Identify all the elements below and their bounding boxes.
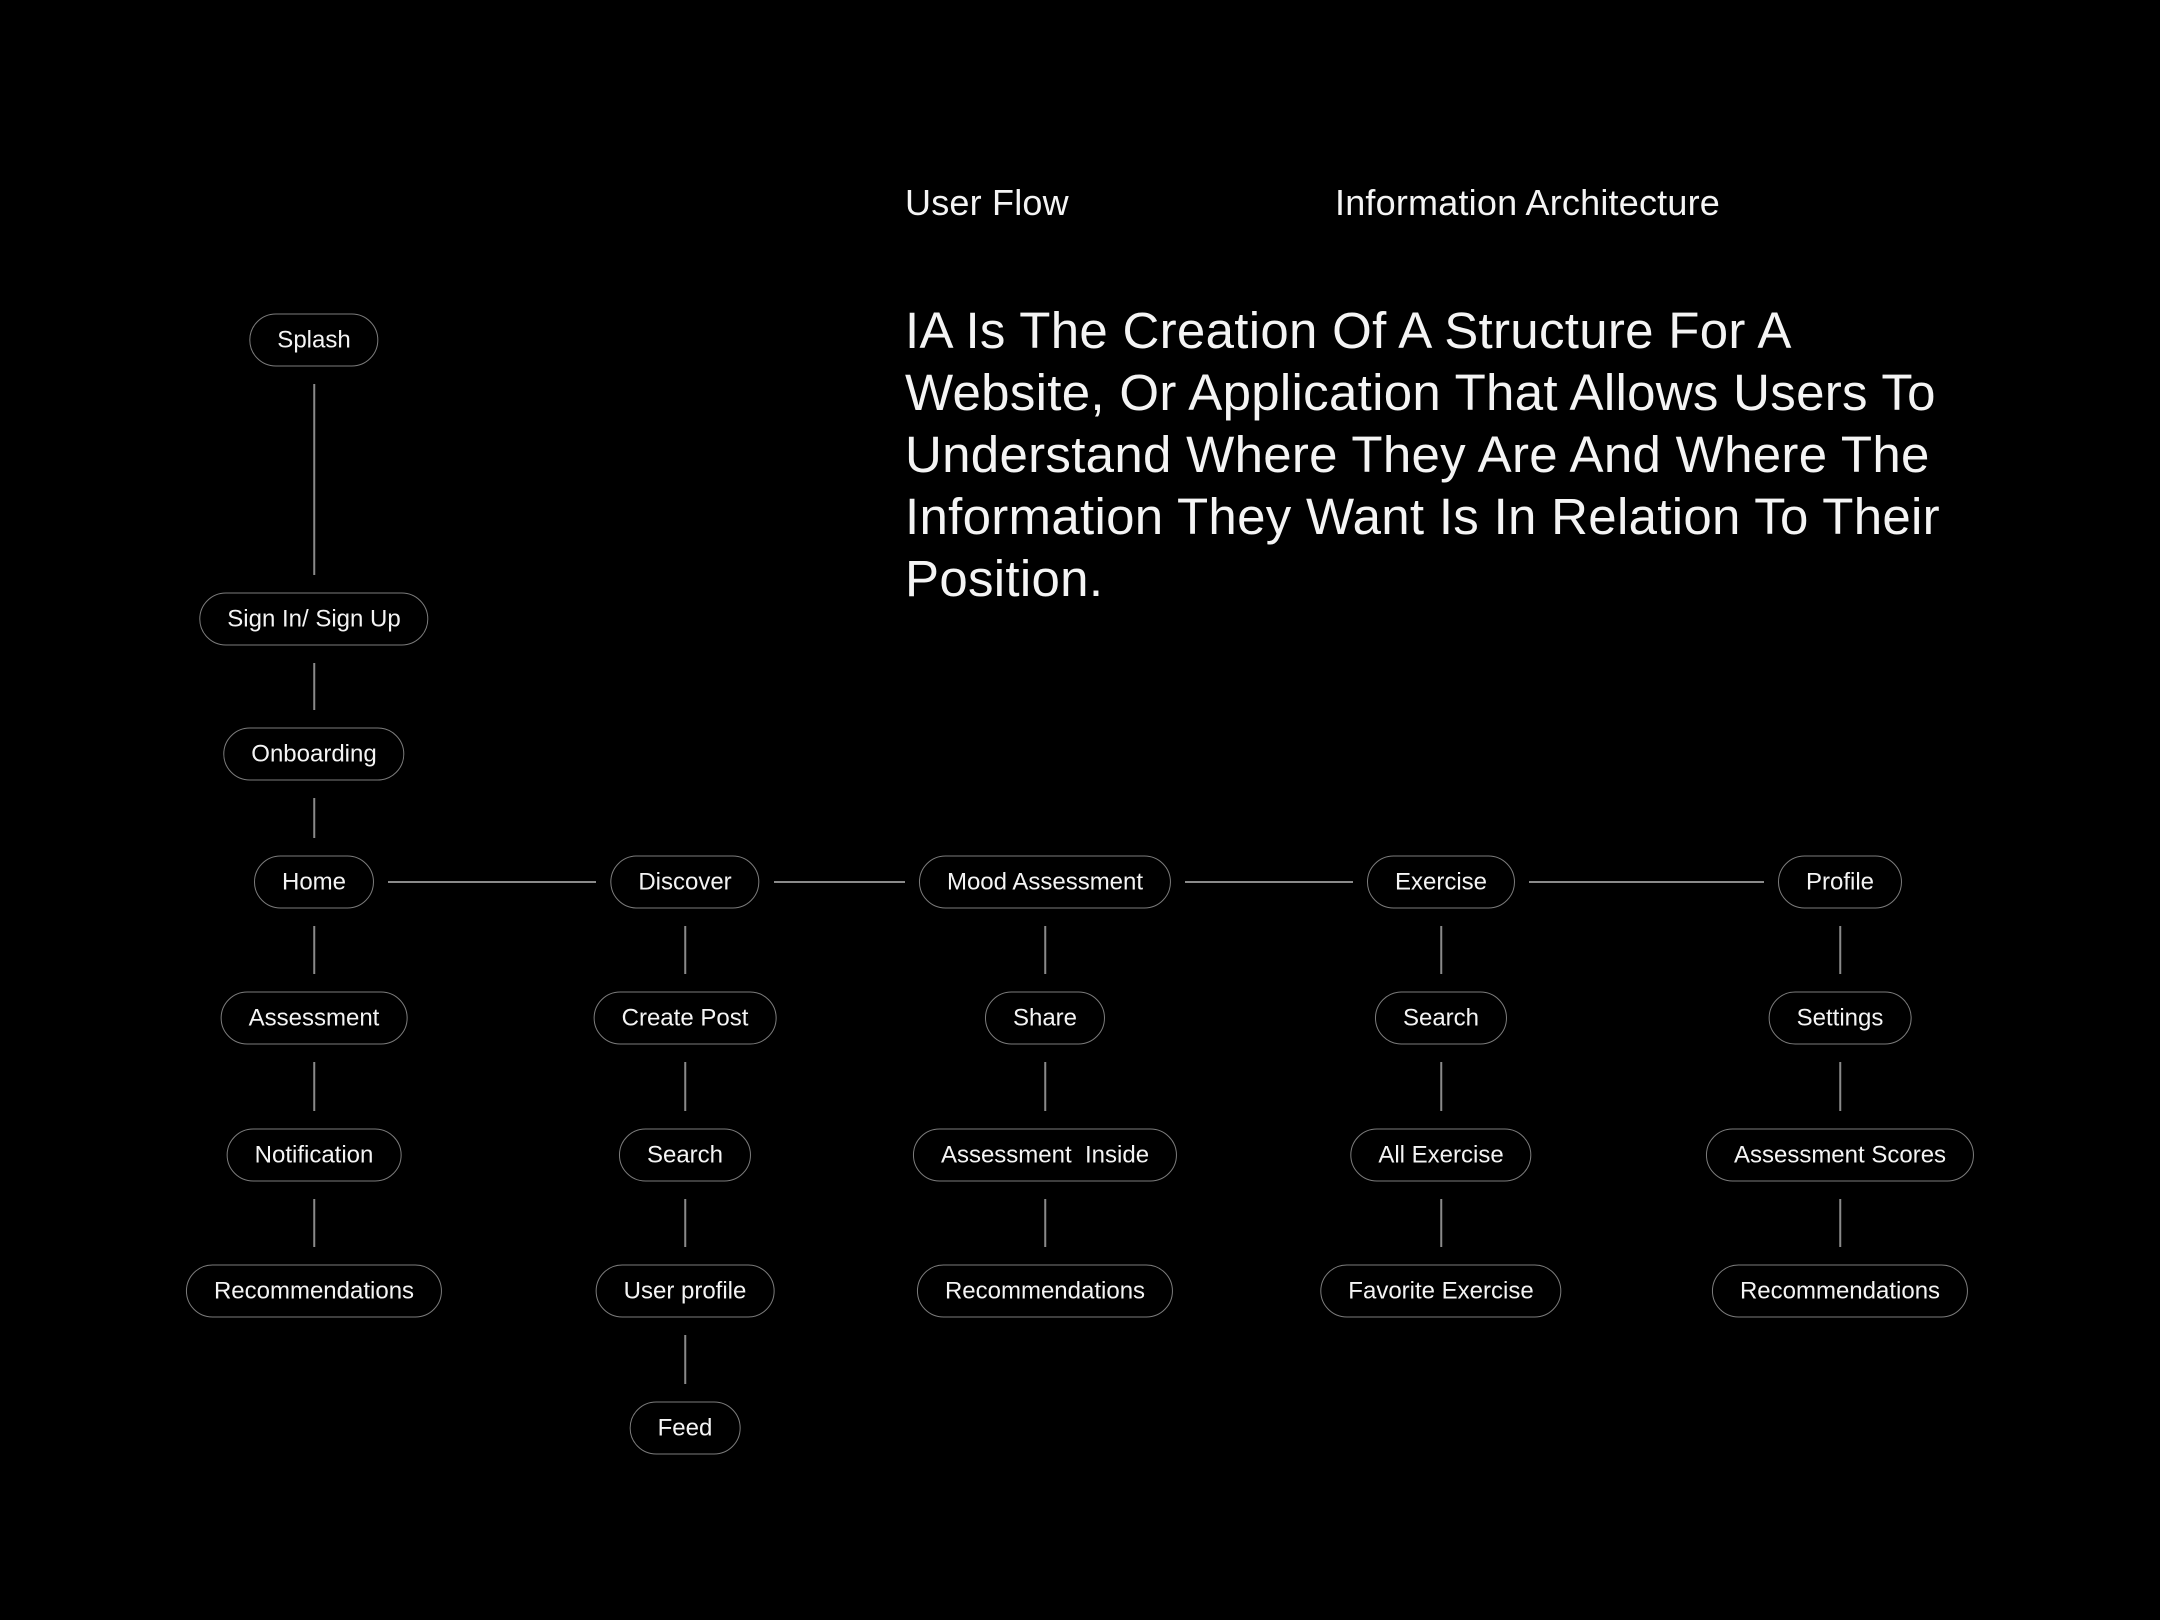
node-mood-assessment-share[interactable]: Share: [984, 991, 1106, 1045]
connector-line: [313, 1062, 315, 1111]
node-mood-assessment-assessment-inside[interactable]: Assessment Inside: [912, 1128, 1178, 1182]
node-profile[interactable]: Profile: [1777, 855, 1903, 909]
description-line: IA Is The Creation Of A Structure For A: [905, 302, 1792, 359]
description-line: Position.: [905, 550, 1104, 607]
node-mood-assessment-recommendations[interactable]: Recommendations: [916, 1264, 1174, 1318]
node-home-recommendations[interactable]: Recommendations: [185, 1264, 443, 1318]
connector-line: [1839, 1199, 1841, 1247]
node-home-notification[interactable]: Notification: [226, 1128, 402, 1182]
connector-line: [1044, 926, 1046, 974]
information-architecture-heading: Information Architecture: [1335, 182, 1720, 223]
description-line: Website, Or Application That Allows User…: [905, 364, 1936, 421]
node-exercise-favorite-exercise[interactable]: Favorite Exercise: [1320, 1264, 1562, 1318]
ia-description: IA Is The Creation Of A Structure For A …: [905, 300, 2045, 610]
connector-line: [1044, 1199, 1046, 1247]
node-discover-user-profile[interactable]: User profile: [595, 1264, 775, 1318]
node-home-assessment[interactable]: Assessment: [220, 991, 408, 1045]
connector-line: [1044, 1062, 1046, 1111]
connector-line: [1440, 1062, 1442, 1111]
user-flow-heading: User Flow: [905, 182, 1069, 223]
connector-line: [1529, 881, 1764, 883]
node-discover-create-post[interactable]: Create Post: [593, 991, 777, 1045]
connector-line: [313, 384, 315, 575]
connector-line: [313, 798, 315, 838]
connector-line: [1839, 1062, 1841, 1111]
connector-line: [1440, 926, 1442, 974]
connector-line: [684, 926, 686, 974]
node-profile-settings[interactable]: Settings: [1768, 991, 1912, 1045]
node-profile-assessment-scores[interactable]: Assessment Scores: [1705, 1128, 1975, 1182]
connector-line: [1440, 1199, 1442, 1247]
connector-line: [684, 1335, 686, 1384]
connector-line: [313, 926, 315, 974]
node-profile-recommendations[interactable]: Recommendations: [1711, 1264, 1969, 1318]
node-discover[interactable]: Discover: [610, 855, 760, 909]
node-exercise-all-exercise[interactable]: All Exercise: [1350, 1128, 1532, 1182]
node-discover-search[interactable]: Search: [618, 1128, 752, 1182]
connector-line: [313, 1199, 315, 1247]
connector-line: [1839, 926, 1841, 974]
description-line: Understand Where They Are And Where The: [905, 426, 1930, 483]
connector-line: [388, 881, 597, 883]
node-sign-in-sign-up[interactable]: Sign In/ Sign Up: [199, 592, 429, 646]
node-home[interactable]: Home: [253, 855, 375, 909]
connector-line: [773, 881, 905, 883]
description-line: Information They Want Is In Relation To …: [905, 488, 1940, 545]
node-onboarding[interactable]: Onboarding: [223, 727, 405, 781]
node-discover-feed[interactable]: Feed: [629, 1401, 741, 1455]
node-mood-assessment[interactable]: Mood Assessment: [918, 855, 1172, 909]
node-exercise[interactable]: Exercise: [1366, 855, 1516, 909]
connector-line: [313, 663, 315, 710]
node-splash[interactable]: Splash: [249, 313, 379, 367]
connector-line: [1185, 881, 1353, 883]
connector-line: [684, 1062, 686, 1111]
node-exercise-search[interactable]: Search: [1374, 991, 1508, 1045]
connector-line: [684, 1199, 686, 1247]
